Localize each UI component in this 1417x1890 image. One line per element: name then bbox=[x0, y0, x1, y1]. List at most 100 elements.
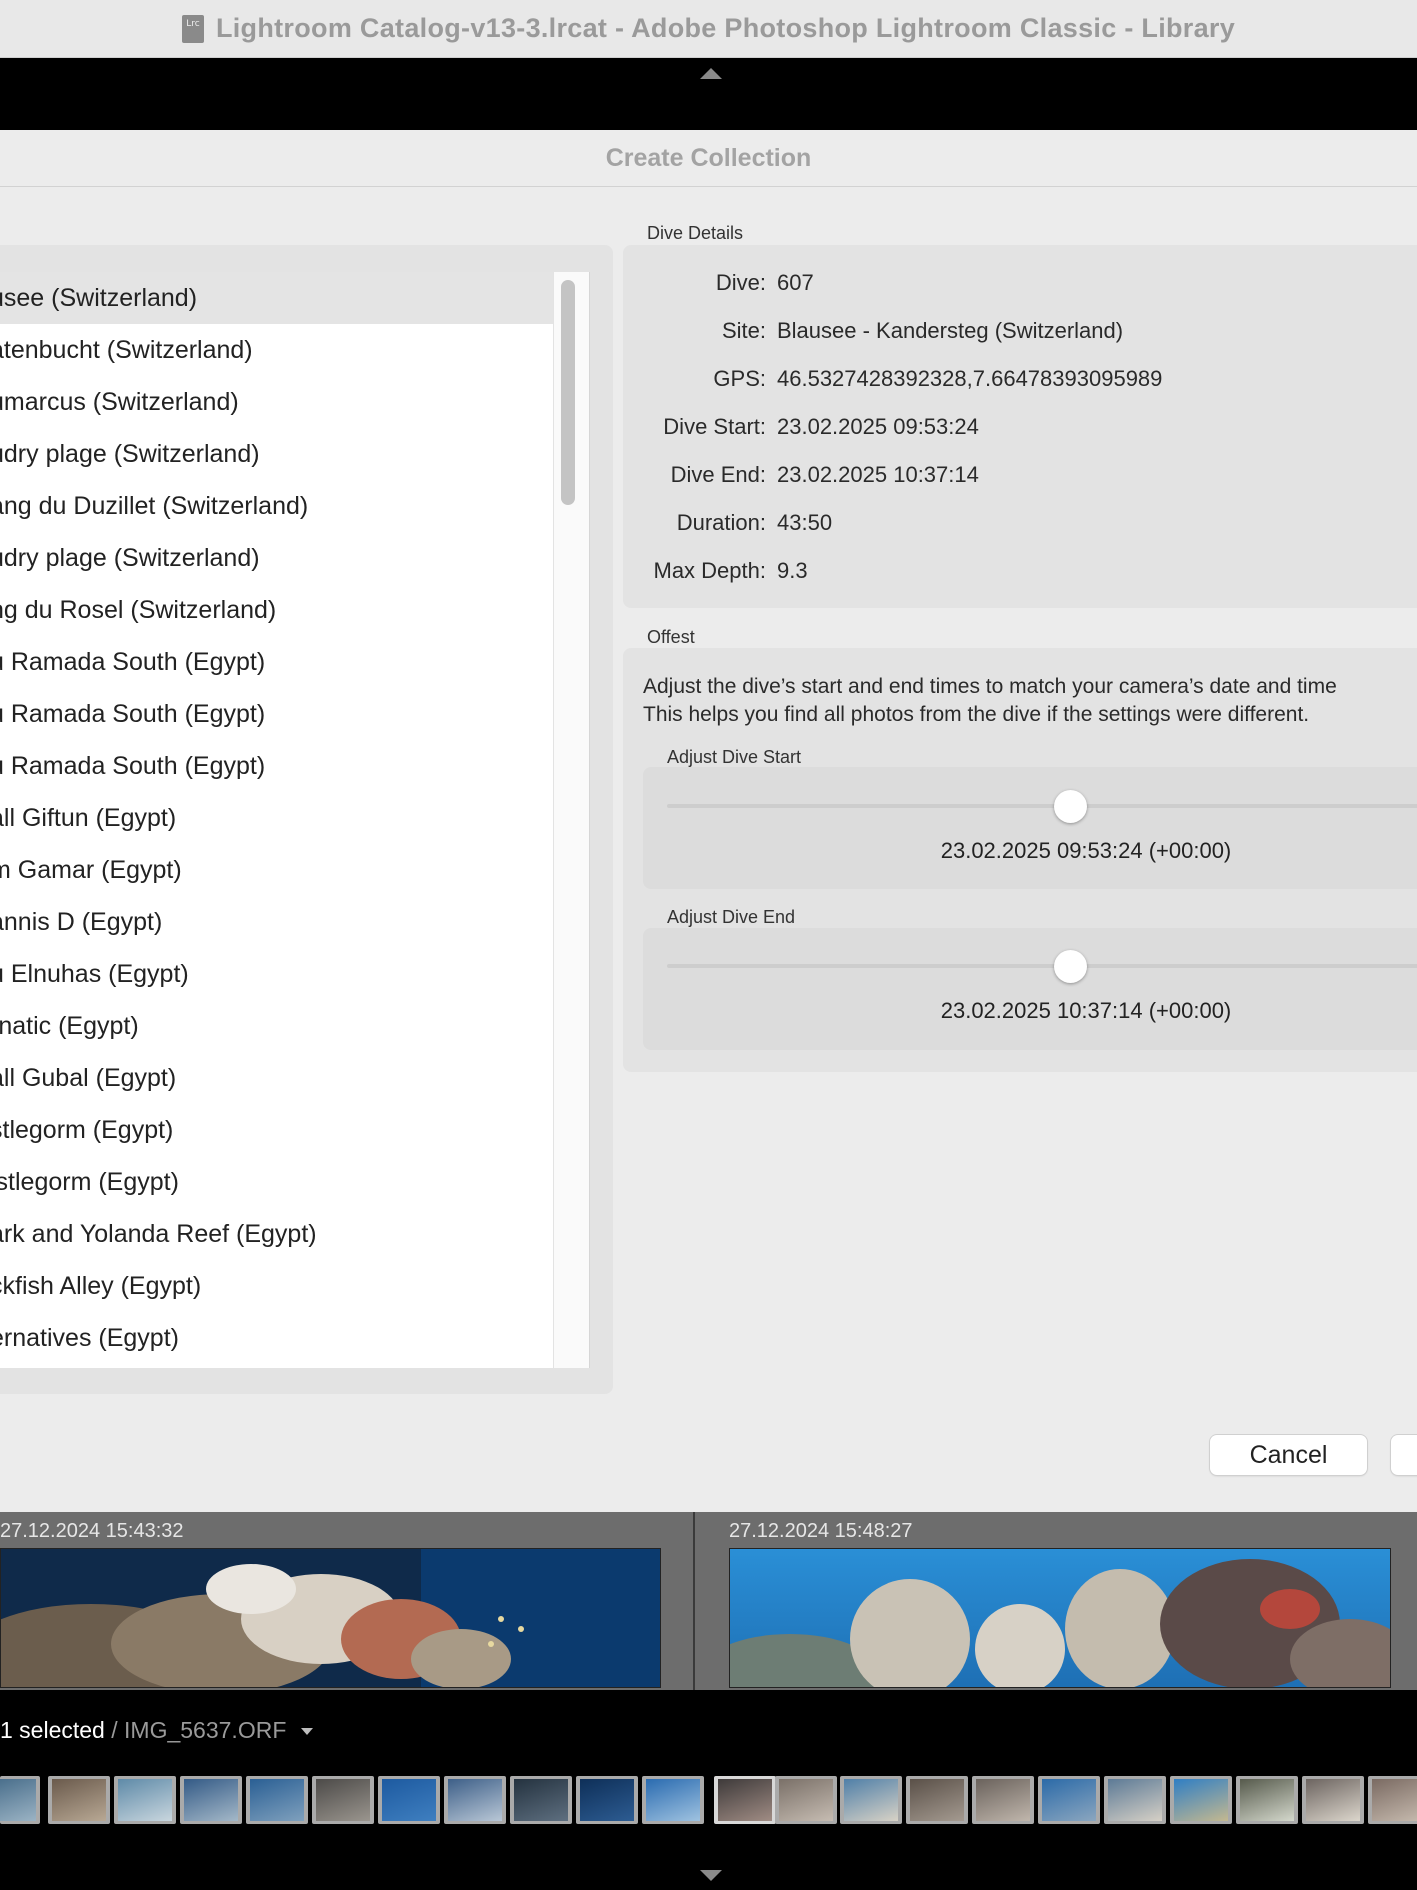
collapse-down-arrow-icon[interactable] bbox=[700, 1870, 722, 1881]
site-name: udry plage (Switzerland) bbox=[0, 543, 260, 572]
detail-label: Dive Start: bbox=[663, 414, 766, 439]
site-name: u Ramada South (Egypt) bbox=[0, 751, 266, 780]
site-name: stlegorm (Egypt) bbox=[0, 1115, 174, 1144]
site-name: u Elnuhas (Egypt) bbox=[0, 959, 189, 988]
filmstrip-thumbnail[interactable] bbox=[1368, 1776, 1417, 1824]
list-item[interactable]: ang du Duzillet (Switzerland) bbox=[0, 480, 589, 532]
dive-start-slider-track[interactable] bbox=[667, 804, 1417, 808]
filmstrip-info-bar: 1 selected / IMG_5637.ORF bbox=[0, 1690, 1417, 1770]
thumbnail-image bbox=[514, 1779, 568, 1821]
list-item[interactable]: atenbucht (Switzerland) bbox=[0, 324, 589, 376]
filmstrip-thumbnail[interactable] bbox=[1236, 1776, 1298, 1824]
thumbnail-image bbox=[844, 1779, 898, 1821]
site-name: atenbucht (Switzerland) bbox=[0, 335, 253, 364]
photo-thumbnail[interactable] bbox=[729, 1548, 1391, 1688]
selected-count: 1 selected bbox=[0, 1717, 105, 1743]
thumbnail-image bbox=[779, 1779, 833, 1821]
dive-end-slider-thumb[interactable] bbox=[1054, 950, 1087, 983]
filmstrip-thumbnail[interactable] bbox=[1038, 1776, 1100, 1824]
thumbnail-image bbox=[1240, 1779, 1294, 1821]
list-item[interactable]: ark and Yolanda Reef (Egypt) bbox=[0, 1208, 589, 1260]
filmstrip-thumbnail[interactable] bbox=[840, 1776, 902, 1824]
site-name: ang du Duzillet (Switzerland) bbox=[0, 491, 309, 520]
detail-value: 43:50 bbox=[777, 510, 833, 535]
detail-value: 46.5327428392328,7.66478393095989 bbox=[777, 366, 1163, 391]
filmstrip-thumbnail[interactable] bbox=[114, 1776, 176, 1824]
top-panel-strip bbox=[0, 58, 1417, 130]
filmstrip-thumbnail[interactable] bbox=[1170, 1776, 1232, 1824]
site-name: udry plage (Switzerland) bbox=[0, 439, 260, 468]
list-item[interactable]: rnatic (Egypt) bbox=[0, 1000, 589, 1052]
list-item[interactable]: u Ramada South (Egypt) bbox=[0, 636, 589, 688]
site-name: ckfish Alley (Egypt) bbox=[0, 1271, 202, 1300]
list-item[interactable]: u Elnuhas (Egypt) bbox=[0, 948, 589, 1000]
thumbnail-image bbox=[382, 1779, 436, 1821]
photo-thumbnail[interactable] bbox=[0, 1548, 661, 1688]
offset-description-line-2: This helps you find all photos from the … bbox=[643, 703, 1310, 726]
site-name: ng du Rosel (Switzerland) bbox=[0, 595, 277, 624]
photo-grid: 27.12.2024 15:43:32 27.12.2024 15:48:27 bbox=[0, 1512, 1417, 1690]
chevron-down-icon[interactable] bbox=[300, 1728, 313, 1736]
filmstrip-thumbnail[interactable] bbox=[312, 1776, 374, 1824]
filmstrip-thumbnail[interactable] bbox=[48, 1776, 110, 1824]
filmstrip-thumbnail[interactable] bbox=[775, 1776, 837, 1824]
list-item[interactable]: umarcus (Switzerland) bbox=[0, 376, 589, 428]
site-name: m Gamar (Egypt) bbox=[0, 855, 182, 884]
site-name: rnatic (Egypt) bbox=[0, 1011, 139, 1040]
thumbnail-image bbox=[1108, 1779, 1162, 1821]
list-item[interactable]: all Gubal (Egypt) bbox=[0, 1052, 589, 1104]
list-item[interactable]: ernatives (Egypt) bbox=[0, 1312, 589, 1364]
list-item[interactable]: u Ramada South (Egypt) bbox=[0, 740, 589, 792]
filmstrip-thumbnail[interactable] bbox=[972, 1776, 1034, 1824]
filmstrip-thumbnail[interactable] bbox=[1302, 1776, 1364, 1824]
detail-value: 9.3 bbox=[777, 558, 808, 583]
thumbnail-image bbox=[976, 1779, 1030, 1821]
dive-end-slider-track[interactable] bbox=[667, 964, 1417, 968]
dive-start-slider-thumb[interactable] bbox=[1054, 790, 1087, 823]
filmstrip-thumbnail[interactable] bbox=[1104, 1776, 1166, 1824]
selection-info[interactable]: 1 selected / IMG_5637.ORF bbox=[0, 1717, 313, 1744]
filmstrip-thumbnail[interactable] bbox=[714, 1776, 776, 1824]
detail-label: Dive: bbox=[715, 270, 766, 295]
thumbnail-image bbox=[1042, 1779, 1096, 1821]
list-item[interactable]: ckfish Alley (Egypt) bbox=[0, 1260, 589, 1312]
list-item[interactable]: stlegorm (Egypt) bbox=[0, 1104, 589, 1156]
list-item[interactable]: udry plage (Switzerland) bbox=[0, 532, 589, 584]
filmstrip-thumbnail[interactable] bbox=[0, 1776, 40, 1824]
site-name: u Ramada South (Egypt) bbox=[0, 647, 266, 676]
list-item[interactable]: m Gamar (Egypt) bbox=[0, 844, 589, 896]
list-item[interactable]: istlegorm (Egypt) bbox=[0, 1156, 589, 1208]
dive-start-readout: 23.02.2025 09:53:24 (+00:00) bbox=[940, 838, 1232, 863]
site-name: istlegorm (Egypt) bbox=[0, 1167, 179, 1196]
list-item[interactable]: usee (Switzerland) bbox=[0, 272, 589, 324]
bottom-panel-strip bbox=[0, 1830, 1417, 1890]
collapse-up-arrow-icon[interactable] bbox=[700, 68, 722, 79]
list-scrollbar-thumb[interactable] bbox=[561, 280, 575, 505]
filmstrip-thumbnail[interactable] bbox=[642, 1776, 704, 1824]
filmstrip-thumbnail[interactable] bbox=[510, 1776, 572, 1824]
filmstrip-thumbnail[interactable] bbox=[906, 1776, 968, 1824]
cancel-button[interactable]: Cancel bbox=[1210, 1435, 1367, 1475]
detail-label: Dive End: bbox=[670, 462, 766, 487]
detail-label: GPS: bbox=[713, 366, 766, 391]
filmstrip-thumbnail[interactable] bbox=[576, 1776, 638, 1824]
filmstrip-thumbnail[interactable] bbox=[444, 1776, 506, 1824]
thumbnail-image bbox=[316, 1779, 370, 1821]
site-name: ernatives (Egypt) bbox=[0, 1323, 179, 1352]
list-item[interactable]: ng du Rosel (Switzerland) bbox=[0, 584, 589, 636]
list-item[interactable]: udry plage (Switzerland) bbox=[0, 428, 589, 480]
dive-site-list[interactable]: usee (Switzerland) atenbucht (Switzerland… bbox=[0, 272, 590, 1368]
filmstrip-thumbnail[interactable] bbox=[180, 1776, 242, 1824]
list-item[interactable]: annis D (Egypt) bbox=[0, 896, 589, 948]
filmstrip bbox=[0, 1770, 1417, 1830]
filmstrip-thumbnail[interactable] bbox=[378, 1776, 440, 1824]
site-name: ark and Yolanda Reef (Egypt) bbox=[0, 1219, 317, 1248]
lightroom-catalog-icon: Lrc bbox=[181, 14, 204, 43]
list-item[interactable]: u Ramada South (Egypt) bbox=[0, 688, 589, 740]
catalog-icon-text: Lrc bbox=[186, 18, 200, 29]
dive-details-heading: Dive Details bbox=[647, 223, 744, 243]
ok-button[interactable] bbox=[1391, 1435, 1417, 1475]
grid-cell-divider bbox=[693, 1512, 695, 1690]
list-item[interactable]: all Giftun (Egypt) bbox=[0, 792, 589, 844]
filmstrip-thumbnail[interactable] bbox=[246, 1776, 308, 1824]
